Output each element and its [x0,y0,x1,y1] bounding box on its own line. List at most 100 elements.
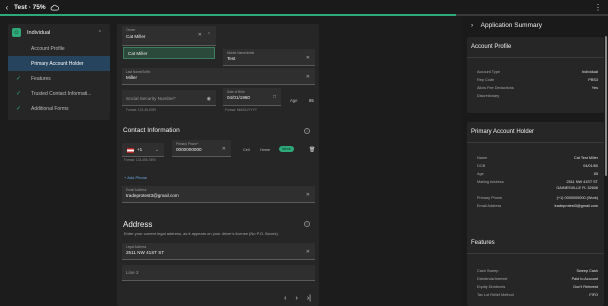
account-profile-card: Account Profile Account Type Individual R… [467,37,604,113]
legal-address-field[interactable]: Legal Address 2511 NW 41ST ST ✕ [122,243,315,260]
address-description: Enter your current legal address, as it … [124,231,279,236]
middle-name-field[interactable]: Middle Name/Initial Test ✕ [223,49,315,66]
next-page-icon[interactable]: › [296,295,298,302]
last-name-label: Last Name/Suffix [126,70,151,74]
row-key: Tax Lot Relief Method [477,293,514,297]
more-options-icon[interactable]: ⋮ [594,3,602,12]
age-value: 65 [309,98,314,103]
card-title: Features [471,240,495,246]
check-icon: ✓ [16,76,22,82]
row-value: (+1) 0000000000 (Work) [556,196,598,200]
nav-section-individual[interactable]: ☺ Individual ⌃ [8,24,110,41]
row-key: DOB [477,164,486,168]
pagination: ‹ › ›| [284,295,311,302]
nav-item-label: Primary Account Holder [31,60,84,67]
nav-item-label: Account Profile [31,45,65,52]
last-name-value: Miller [126,75,137,80]
nav-item-trusted-contact[interactable]: ✓ Trusted Contact Informati... [8,86,110,101]
middle-name-value: Test [227,56,236,61]
row-key: Account Type [477,70,500,74]
calendar-icon[interactable]: □ [273,94,276,100]
row-key: Cash Sweep [477,269,499,273]
collapse-arrow-icon[interactable]: › [471,22,473,29]
phone-type-home[interactable]: Home [260,148,270,152]
primary-phone-field[interactable]: Primary Phone* 0000000000 ✕ [172,140,231,157]
row-value: 04/01/60 [583,164,598,168]
row-key: Rep Code [477,78,495,82]
row-value: Individual [581,70,598,74]
phone-type-work[interactable]: Work [279,146,294,152]
row-value: GAINESVILLE FL 32606 [556,186,598,190]
progress-bar-fill [0,14,456,16]
clear-icon[interactable]: ✕ [306,249,310,255]
nav-item-account-profile[interactable]: Account Profile [8,41,110,56]
step-navigation: ☺ Individual ⌃ Account Profile Primary A… [8,24,110,120]
clear-icon[interactable]: ✕ [306,192,310,198]
country-code-value: +1 [137,147,143,152]
clear-icon[interactable]: ✕ [306,74,310,80]
ssn-field[interactable]: Social Security Number* ◉ [122,90,216,106]
row-value: Don't Reinvest [573,285,598,289]
application-summary-panel: › Application Summary Account Profile Ac… [463,16,608,306]
us-flag-icon [127,148,134,153]
owner-dropdown-option[interactable]: Cat Miller [123,47,215,59]
row-value: Sweep Cash [576,269,598,273]
address-line2-placeholder: Line 2 [126,270,139,275]
primary-phone-label: Primary Phone* [176,142,199,146]
clear-icon[interactable]: ✕ [222,146,226,152]
divider [467,57,604,58]
row-key: Mailing Address [477,180,504,184]
nav-section-label: Individual [27,29,51,36]
card-title: Primary Account Holder [471,129,535,135]
previous-page-icon[interactable]: ‹ [284,295,286,302]
address-line2-field[interactable]: Line 2 [122,265,315,281]
dob-field[interactable]: Date of Birth 04/01/1960 □ [223,88,281,106]
chevron-down-icon: ⌄ [154,147,159,153]
nav-item-label: Features [31,75,51,82]
primary-phone-value: 0000000000 [176,147,202,152]
nav-item-features[interactable]: ✓ Features [8,71,110,86]
phone-type-cell[interactable]: Cell [243,148,250,152]
scrollbar[interactable] [605,36,607,176]
features-card: Features Cash Sweep Sweep Cash Dividends/… [467,233,604,306]
phone-helper: Format: 123-456-7890 [124,158,156,162]
nav-item-primary-account-holder[interactable]: Primary Account Holder [8,56,110,71]
row-key: Email Address [477,204,502,208]
application-title: Test · 75% [14,4,46,11]
row-key: Primary Phone [477,196,503,200]
owner-select[interactable]: Owner Cat Miller ✕ ⌃ [122,26,216,46]
middle-name-label: Middle Name/Initial [227,51,255,55]
row-key: Name [477,156,488,160]
country-code-select[interactable]: +1 ⌄ [122,143,164,157]
summary-header: › Application Summary [471,22,542,29]
clear-icon[interactable]: ✕ [198,32,202,38]
row-value: 2511 NW 41ST ST [566,180,598,184]
info-icon[interactable]: i [304,221,310,227]
clear-icon[interactable]: ✕ [306,55,310,61]
row-key: Age [477,172,484,176]
info-icon[interactable]: i [304,128,310,134]
last-page-icon[interactable]: ›| [307,295,311,302]
chevron-up-icon[interactable]: ⌃ [207,32,211,38]
owner-value: Cat Miller [126,34,146,39]
eye-icon[interactable]: ◉ [207,96,211,102]
ssn-placeholder: Social Security Number* [126,96,176,101]
delete-phone-icon[interactable]: 🗑 [309,147,315,153]
row-value: 65 [593,172,598,176]
owner-label: Owner [126,28,136,32]
email-value: tradeprotest3@gmail.com [126,193,179,198]
row-value: Yes [591,86,598,90]
divider [467,142,604,143]
dob-label: Date of Birth [227,90,245,94]
contact-info-title: Contact Information [123,127,180,134]
nav-item-label: Additional Forms [31,105,69,112]
last-name-field[interactable]: Last Name/Suffix Miller ✕ [122,68,315,85]
row-key: Allow Fee Deductions [477,86,514,90]
add-phone-link[interactable]: + Add Phone [124,175,147,180]
row-value: PBS3 [588,78,598,82]
back-arrow-icon[interactable]: ‹ [0,3,14,12]
nav-item-additional-forms[interactable]: ✓ Additional Forms [8,101,110,116]
primary-holder-card: Primary Account Holder Name Cat Test Mill… [467,122,604,236]
row-key: Equity Dividends [477,285,506,289]
email-field[interactable]: Email Address tradeprotest3@gmail.com ✕ [122,186,315,203]
